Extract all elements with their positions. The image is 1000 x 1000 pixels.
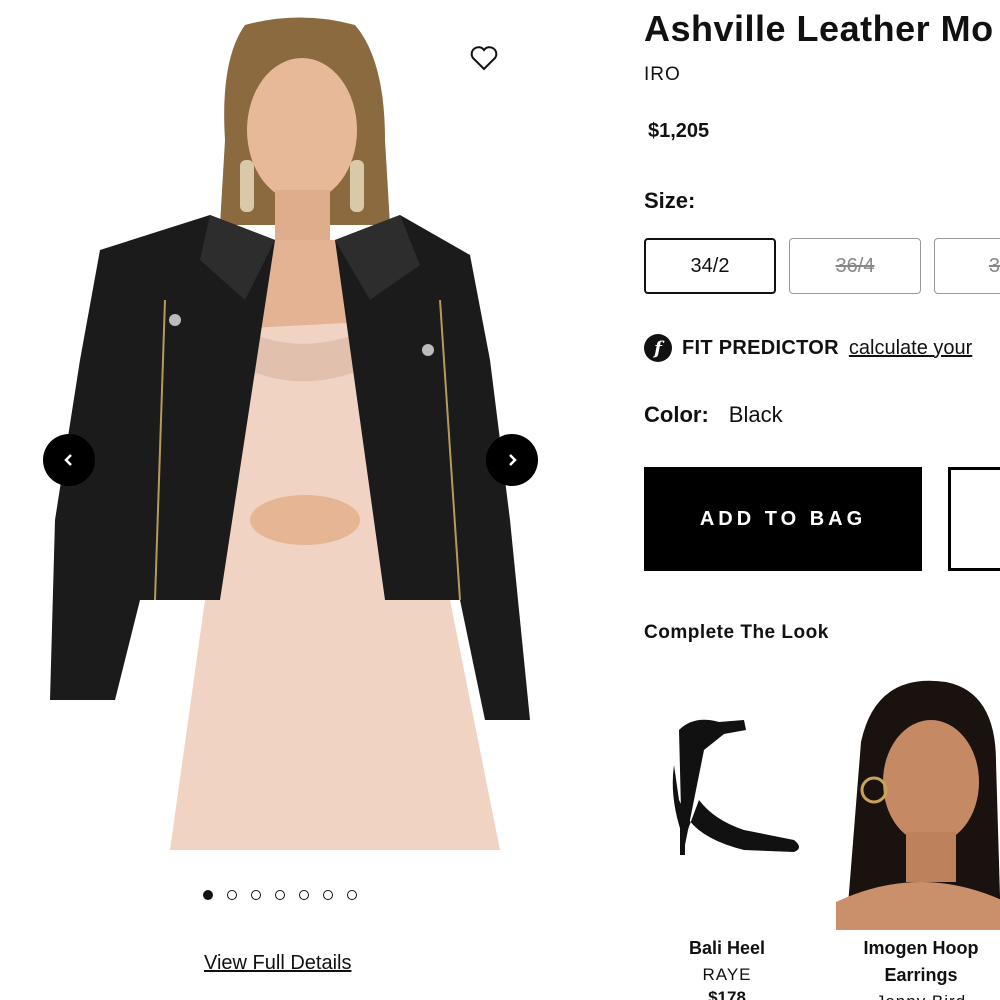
add-to-bag-button[interactable]: ADD TO BAG bbox=[644, 467, 922, 571]
product-price: $1,205 bbox=[648, 120, 710, 142]
image-dot[interactable] bbox=[299, 890, 309, 900]
fit-predictor: f FIT PREDICTOR calculate your bbox=[644, 334, 972, 362]
color-label: Color: bbox=[644, 402, 709, 427]
size-option-label: 34/2 bbox=[690, 254, 730, 277]
look-item-bali-heel[interactable]: Bali Heel RAYE $178 bbox=[644, 690, 810, 1000]
fit-predictor-icon: f bbox=[644, 334, 672, 362]
size-option-34-2[interactable]: 34/2 bbox=[644, 238, 776, 294]
chevron-left-icon bbox=[64, 454, 72, 466]
bali-heel-image bbox=[672, 719, 799, 855]
size-option-label: 38 bbox=[988, 254, 1000, 277]
product-photo bbox=[50, 17, 530, 850]
view-full-details-link[interactable]: View Full Details bbox=[204, 952, 351, 975]
product-brand[interactable]: IRO bbox=[644, 64, 681, 86]
complete-the-look-heading: Complete The Look bbox=[644, 622, 829, 643]
calculate-size-link[interactable]: calculate your bbox=[849, 337, 972, 360]
imogen-hoop-earrings-image bbox=[836, 672, 1000, 930]
product-info: Ashville Leather Mo IRO $1,205 Size: 34/… bbox=[644, 0, 1000, 1000]
size-option-38[interactable]: 38 bbox=[934, 238, 1000, 294]
look-item-brand: RAYE bbox=[702, 965, 752, 984]
product-gallery: View Full Details bbox=[0, 0, 580, 1000]
size-option-36-4[interactable]: 36/4 bbox=[789, 238, 921, 294]
previous-image-button[interactable] bbox=[43, 434, 95, 486]
look-item-brand: Jenny Bird bbox=[836, 989, 1000, 1000]
image-dot[interactable] bbox=[323, 890, 333, 900]
size-option-label: 36/4 bbox=[835, 254, 875, 277]
size-label: Size: bbox=[644, 188, 696, 213]
image-dot[interactable] bbox=[275, 890, 285, 900]
look-item-imogen-hoop-earrings[interactable]: Imogen Hoop Earrings Jenny Bird bbox=[836, 672, 1000, 1000]
image-dot[interactable] bbox=[251, 890, 261, 900]
image-pagination bbox=[203, 890, 357, 900]
fit-predictor-label: FIT PREDICTOR bbox=[682, 336, 839, 359]
look-item-name: Bali Heel bbox=[688, 938, 766, 958]
look-item-price: $178 bbox=[708, 988, 746, 1000]
image-dot[interactable] bbox=[347, 890, 357, 900]
size-options: 34/2 36/4 38 bbox=[644, 238, 1000, 294]
image-dot[interactable] bbox=[227, 890, 237, 900]
color-row: Color: Black bbox=[644, 402, 783, 428]
chevron-right-icon bbox=[509, 454, 517, 466]
secondary-action-button[interactable] bbox=[948, 467, 1000, 571]
next-image-button[interactable] bbox=[486, 434, 538, 486]
wishlist-heart-icon[interactable] bbox=[468, 42, 500, 74]
product-title: Ashville Leather Mo bbox=[644, 8, 994, 49]
look-item-name: Imogen Hoop Earrings bbox=[863, 938, 979, 985]
color-value: Black bbox=[728, 402, 783, 427]
image-dot[interactable] bbox=[203, 890, 213, 900]
